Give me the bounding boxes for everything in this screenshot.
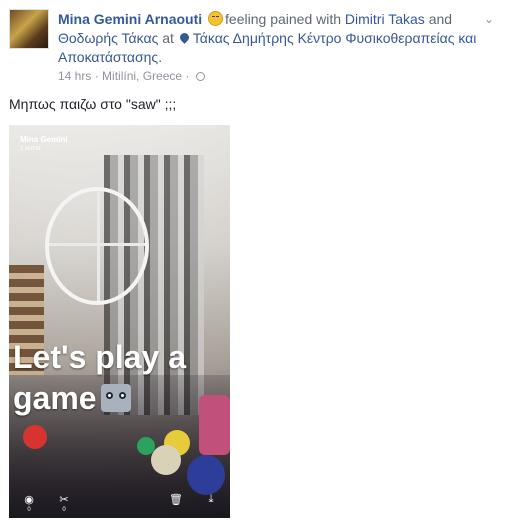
author-avatar[interactable] [9, 9, 49, 49]
chevron-down-icon[interactable]: ⌄ [482, 12, 496, 26]
snap-overlay-time: 2 λεπτά [20, 146, 41, 152]
meta-separator: · [94, 69, 99, 83]
snap-caption-text: Let's play a game [13, 339, 187, 416]
and-text: and [428, 11, 453, 27]
views-count: 0 [27, 507, 31, 513]
download-icon[interactable]: ⤓ [202, 493, 220, 506]
tagged-friend-2-link[interactable]: Θοδωρής Τάκας [58, 30, 158, 46]
post-photo[interactable]: Mina Gemini 2 λεπτά Let's play a game ◉ … [9, 125, 230, 518]
photo-ball [151, 445, 181, 475]
map-pin-icon [177, 31, 191, 44]
tagged-friend-1-link[interactable]: Dimitri Takas [345, 11, 425, 27]
photo-wheel [45, 187, 149, 305]
meta-separator-2: · [185, 69, 190, 83]
snap-overlay-name: Mina Gemini [20, 135, 68, 144]
feeling-text: feeling pained with [225, 11, 342, 27]
post-meta: 14 hrs · Mitilíni, Greece · [58, 69, 205, 83]
post-text: Μηπως παιζω στο "saw" ;;; [9, 96, 177, 112]
post-time-link[interactable]: 14 hrs [58, 69, 91, 83]
globe-icon[interactable] [195, 72, 205, 81]
location-link[interactable]: Mitilíni, Greece [102, 69, 182, 83]
shares-count: 0 [62, 507, 66, 513]
place-end-punct: . [158, 49, 163, 65]
post-header: Mina Gemini Arnaouti feeling pained with… [58, 10, 478, 67]
robot-face-icon [100, 384, 131, 412]
photo-ball [187, 455, 225, 495]
eye-icon[interactable]: ◉ [20, 493, 38, 506]
snap-caption: Let's play a game [13, 337, 230, 419]
pained-emoji-icon [208, 11, 224, 26]
photo-ball [23, 425, 47, 449]
scissors-icon[interactable]: ✂ [55, 493, 73, 506]
author-name-link[interactable]: Mina Gemini Arnaouti [58, 11, 202, 27]
at-text: at [162, 30, 174, 46]
trash-icon[interactable]: 🗑 [167, 493, 185, 506]
